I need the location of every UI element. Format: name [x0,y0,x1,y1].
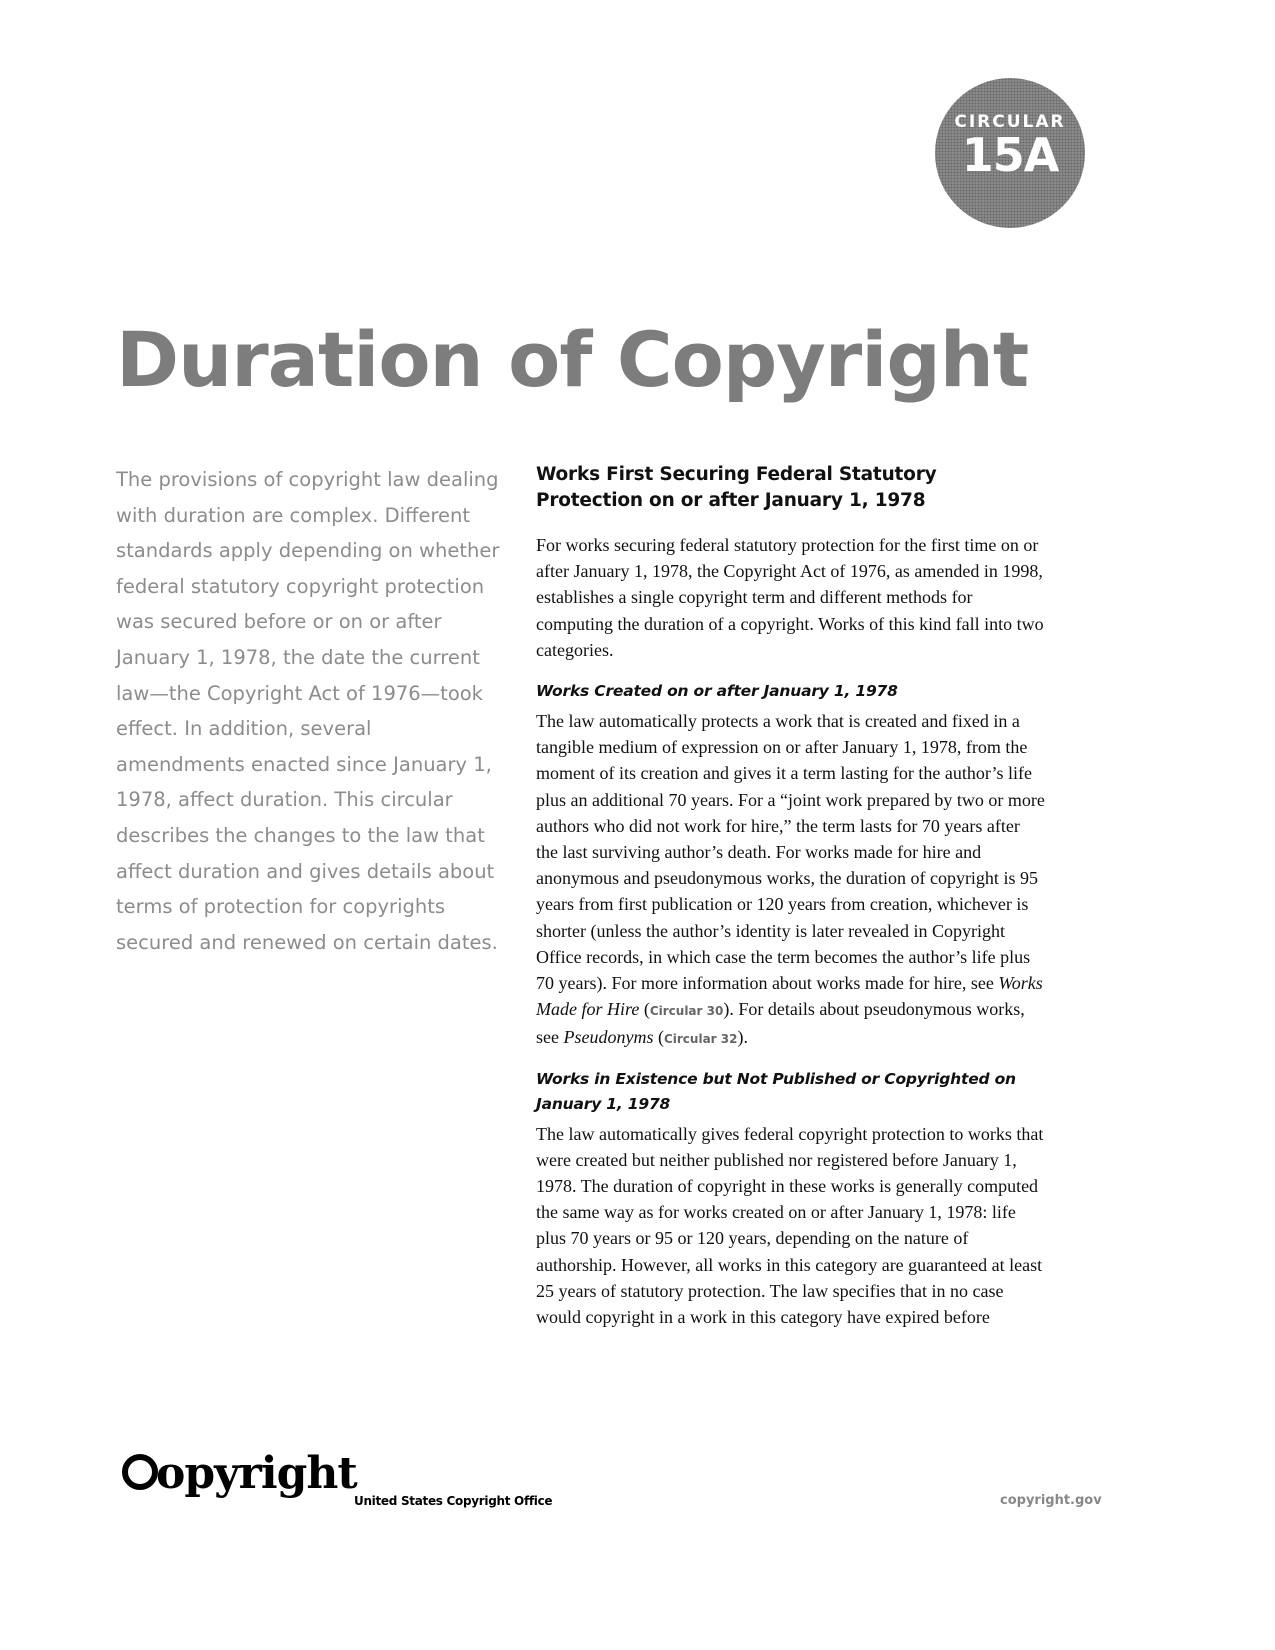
office-name: United States Copyright Office [354,1494,553,1508]
circular-32-ref[interactable]: Circular 32 [664,1032,738,1046]
subsection-heading-created: Works Created on or after January 1, 197… [536,682,898,701]
created-paragraph: The law automatically protects a work th… [536,711,1045,1048]
intro-summary: The provisions of copyright law dealing … [116,468,500,954]
lead-paragraph: For works securing federal statutory pro… [536,535,1044,660]
paragraph-text: The law automatically protects a work th… [536,711,1045,994]
document-page: CIRCULAR 15A Duration of Copyright The p… [0,0,1275,1650]
section-heading: Works First Securing Federal Statutory P… [536,464,937,511]
logo-wordmark: opyright [156,1448,358,1499]
subsection-heading-existence: Works in Existence but Not Published or … [536,1069,1016,1113]
existence-paragraph: The law automatically gives federal copy… [536,1123,1044,1328]
link-pseudonyms[interactable]: Pseudonyms [563,1027,653,1047]
page-title: Duration of Copyright [116,315,1029,404]
paragraph-text: . [743,1027,748,1048]
circular-badge: CIRCULAR 15A [935,78,1085,228]
footer-url-link[interactable]: copyright.gov [1000,1493,1102,1508]
main-column: Works First Securing Federal Statutory P… [536,462,1046,1344]
copyright-office-logo: opyright [122,1452,358,1496]
circular-number: 15A [961,128,1060,182]
circular-30-ref[interactable]: Circular 30 [650,1004,724,1018]
copyright-c-icon [122,1454,158,1490]
